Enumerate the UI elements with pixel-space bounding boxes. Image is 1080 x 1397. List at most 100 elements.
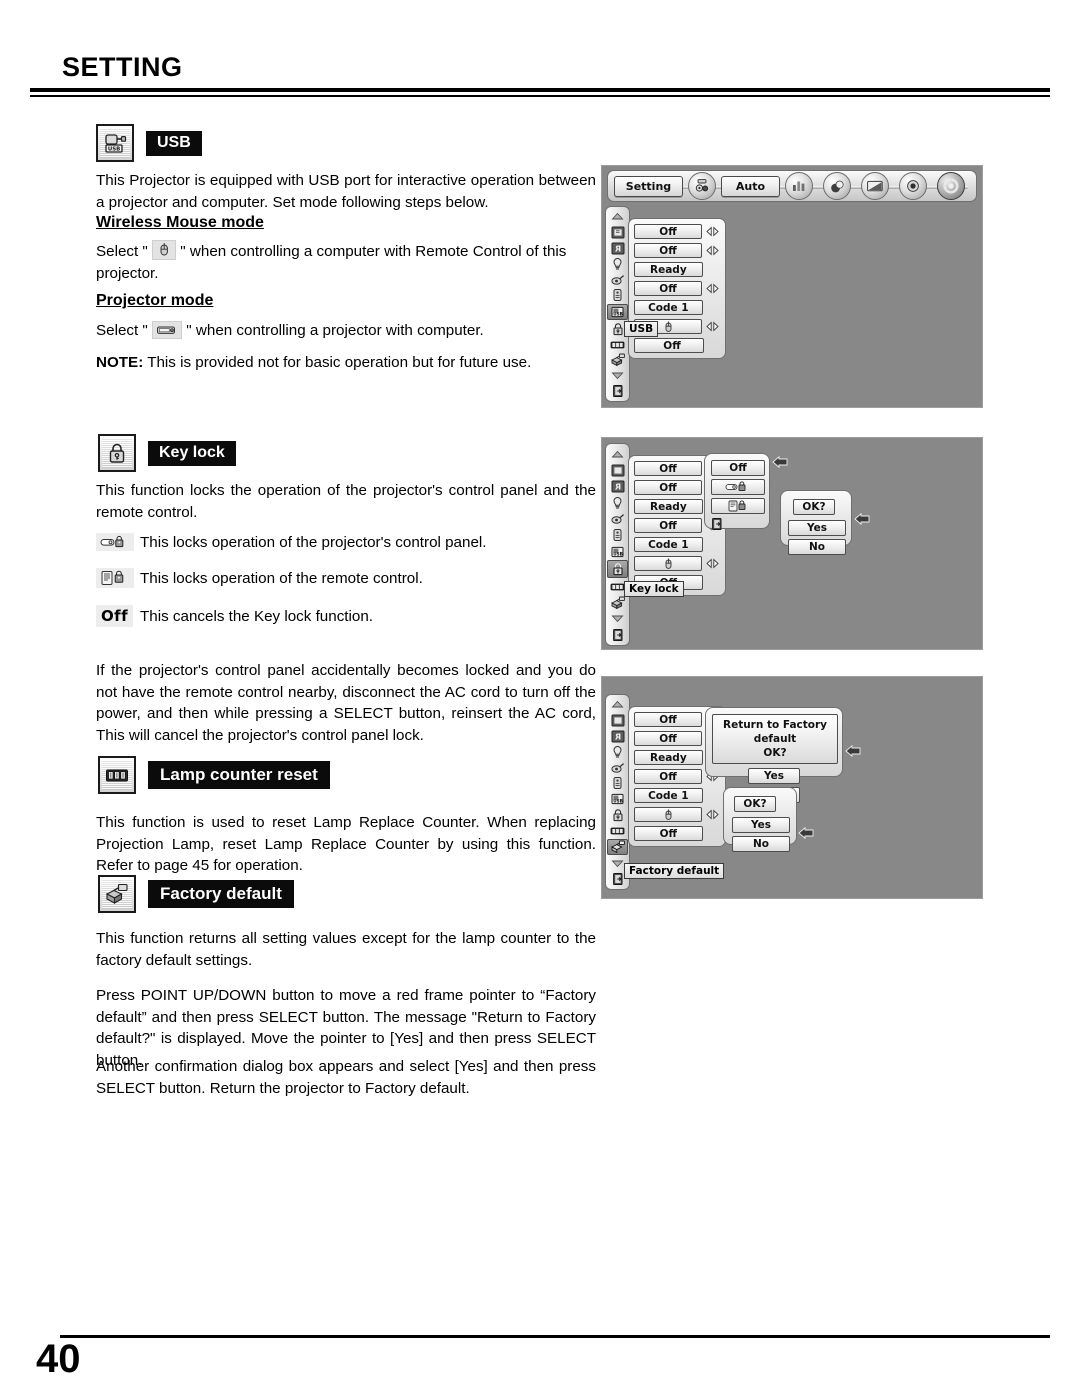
page-number: 40 xyxy=(36,1337,81,1381)
ceiling-icon[interactable] xyxy=(608,495,627,510)
remote-lock-icon[interactable] xyxy=(711,498,765,514)
rear-icon[interactable]: R xyxy=(608,479,627,494)
scroll-up-icon[interactable] xyxy=(608,698,627,713)
key-lock-icon[interactable] xyxy=(607,560,628,578)
confirm-no-button[interactable]: No xyxy=(788,539,846,555)
lamp-counter-icon[interactable] xyxy=(608,337,627,352)
list-item-label: This locks operation of the remote contr… xyxy=(140,570,423,587)
scroll-up-icon[interactable] xyxy=(608,447,627,462)
factory-default-section-heading: Factory default xyxy=(98,875,294,913)
off-label-chip: Off xyxy=(96,605,140,627)
projector-mode-pre: Select " xyxy=(96,322,148,339)
setting-value[interactable]: Code 1 xyxy=(634,788,703,803)
confirm-no-button[interactable]: No xyxy=(732,836,790,852)
osd-screenshot-key-lock: R USB Off Off Ready Off Code 1 Key lock … xyxy=(601,437,983,650)
setting-value[interactable]: Code 1 xyxy=(634,300,703,315)
rear-icon[interactable]: R xyxy=(608,241,627,256)
setting-value[interactable]: Off xyxy=(634,224,702,239)
list-item: Off This cancels the Key lock function. xyxy=(96,605,596,627)
setting-value[interactable]: Off xyxy=(634,769,702,784)
key-lock-tooltip: Key lock xyxy=(624,581,684,597)
key-lock-icon[interactable] xyxy=(608,807,627,822)
setting-value[interactable]: Off xyxy=(634,826,703,841)
usb-icon[interactable]: USB xyxy=(608,792,627,807)
pointer-arrow-icon xyxy=(798,827,814,839)
left-right-arrows-icon[interactable] xyxy=(705,245,720,256)
left-right-arrows-icon[interactable] xyxy=(705,558,720,569)
usb-intro: This Projector is equipped with USB port… xyxy=(96,172,596,211)
setting-selected-icon[interactable] xyxy=(937,172,965,200)
setting-gear-icon[interactable] xyxy=(687,172,716,200)
scroll-down-icon[interactable] xyxy=(608,611,627,626)
blue-back-icon[interactable] xyxy=(608,225,627,240)
lamp-counter-icon xyxy=(98,756,136,794)
osd-screenshot-usb: Setting Auto R USB Off Off Ready Off Cod… xyxy=(601,165,983,408)
factory-default-icon xyxy=(98,875,136,913)
menubar-setting-button[interactable]: Setting xyxy=(614,175,683,197)
key-lock-confirm-dialog: OK? Yes No xyxy=(780,490,852,555)
factory-default-icon[interactable] xyxy=(608,353,627,368)
factory-default-icon[interactable] xyxy=(607,838,628,856)
power-management-icon[interactable] xyxy=(608,512,627,527)
setting-value[interactable]: Ready xyxy=(634,262,703,277)
lamp-counter-icon[interactable] xyxy=(608,823,627,838)
ceiling-icon[interactable] xyxy=(608,745,627,760)
list-item: This locks operation of the projector's … xyxy=(96,533,596,552)
left-right-arrows-icon[interactable] xyxy=(705,283,720,294)
factory-default-icon[interactable] xyxy=(608,595,627,610)
remote-control-icon[interactable] xyxy=(608,776,627,791)
factory-default-tooltip: Factory default xyxy=(624,863,725,879)
usb-icon[interactable]: USB xyxy=(607,303,628,321)
key-lock-option-list: This locks operation of the projector's … xyxy=(96,533,596,643)
dialog-yes-button[interactable]: Yes xyxy=(748,768,800,784)
scroll-down-icon[interactable] xyxy=(608,368,627,383)
power-management-icon[interactable] xyxy=(608,272,627,287)
setting-value[interactable]: Off xyxy=(634,480,702,495)
quit-icon[interactable] xyxy=(711,517,763,531)
key-lock-section-heading: Key lock xyxy=(98,434,236,472)
setting-value-usb[interactable]: Off xyxy=(634,338,704,353)
confirm-yes-button[interactable]: Yes xyxy=(788,520,846,536)
key-lock-intro: This function locks the operation of the… xyxy=(96,482,596,521)
quit-icon[interactable] xyxy=(608,627,627,642)
rear-icon[interactable]: R xyxy=(608,729,627,744)
usb-icon[interactable]: USB xyxy=(608,544,627,559)
setting-value-mouse[interactable] xyxy=(634,807,702,822)
svg-text:R: R xyxy=(614,244,620,253)
usb-note-label: NOTE: xyxy=(96,354,144,371)
setting-value[interactable]: Off xyxy=(634,731,702,746)
remote-control-icon[interactable] xyxy=(608,288,627,303)
setting-value[interactable]: Off xyxy=(634,281,702,296)
quit-icon[interactable] xyxy=(608,384,627,399)
usb-tag: USB xyxy=(146,130,202,156)
setting-value[interactable]: Off xyxy=(634,243,702,258)
scroll-up-icon[interactable] xyxy=(608,210,627,225)
remote-control-icon[interactable] xyxy=(608,528,627,543)
sound-icon[interactable] xyxy=(899,172,927,200)
ceiling-icon[interactable] xyxy=(608,257,627,272)
panel-lock-icon[interactable] xyxy=(711,479,765,495)
blue-back-icon[interactable] xyxy=(608,463,627,478)
confirm-yes-button[interactable]: Yes xyxy=(732,817,790,833)
dialog-message-line2: OK? xyxy=(763,747,787,759)
key-lock-off-option[interactable]: Off xyxy=(711,460,765,476)
image-adjust-icon[interactable] xyxy=(785,172,813,200)
left-right-arrows-icon[interactable] xyxy=(705,321,720,332)
setting-value[interactable]: Off xyxy=(634,461,702,476)
blue-back-icon[interactable] xyxy=(608,713,627,728)
screen-icon[interactable] xyxy=(861,172,889,200)
menubar-auto-button[interactable]: Auto xyxy=(720,175,780,197)
left-right-arrows-icon[interactable] xyxy=(705,809,720,820)
setting-value[interactable]: Off xyxy=(634,518,702,533)
power-management-icon[interactable] xyxy=(608,760,627,775)
setting-value-mouse[interactable] xyxy=(634,556,702,571)
table-row: Off xyxy=(634,242,720,259)
setting-value[interactable]: Code 1 xyxy=(634,537,703,552)
table-row xyxy=(634,806,720,823)
color-icon[interactable] xyxy=(823,172,851,200)
setting-value[interactable]: Ready xyxy=(634,499,703,514)
setting-value[interactable]: Ready xyxy=(634,750,703,765)
remote-lock-icon xyxy=(96,568,140,589)
setting-value[interactable]: Off xyxy=(634,712,702,727)
left-right-arrows-icon[interactable] xyxy=(705,226,720,237)
